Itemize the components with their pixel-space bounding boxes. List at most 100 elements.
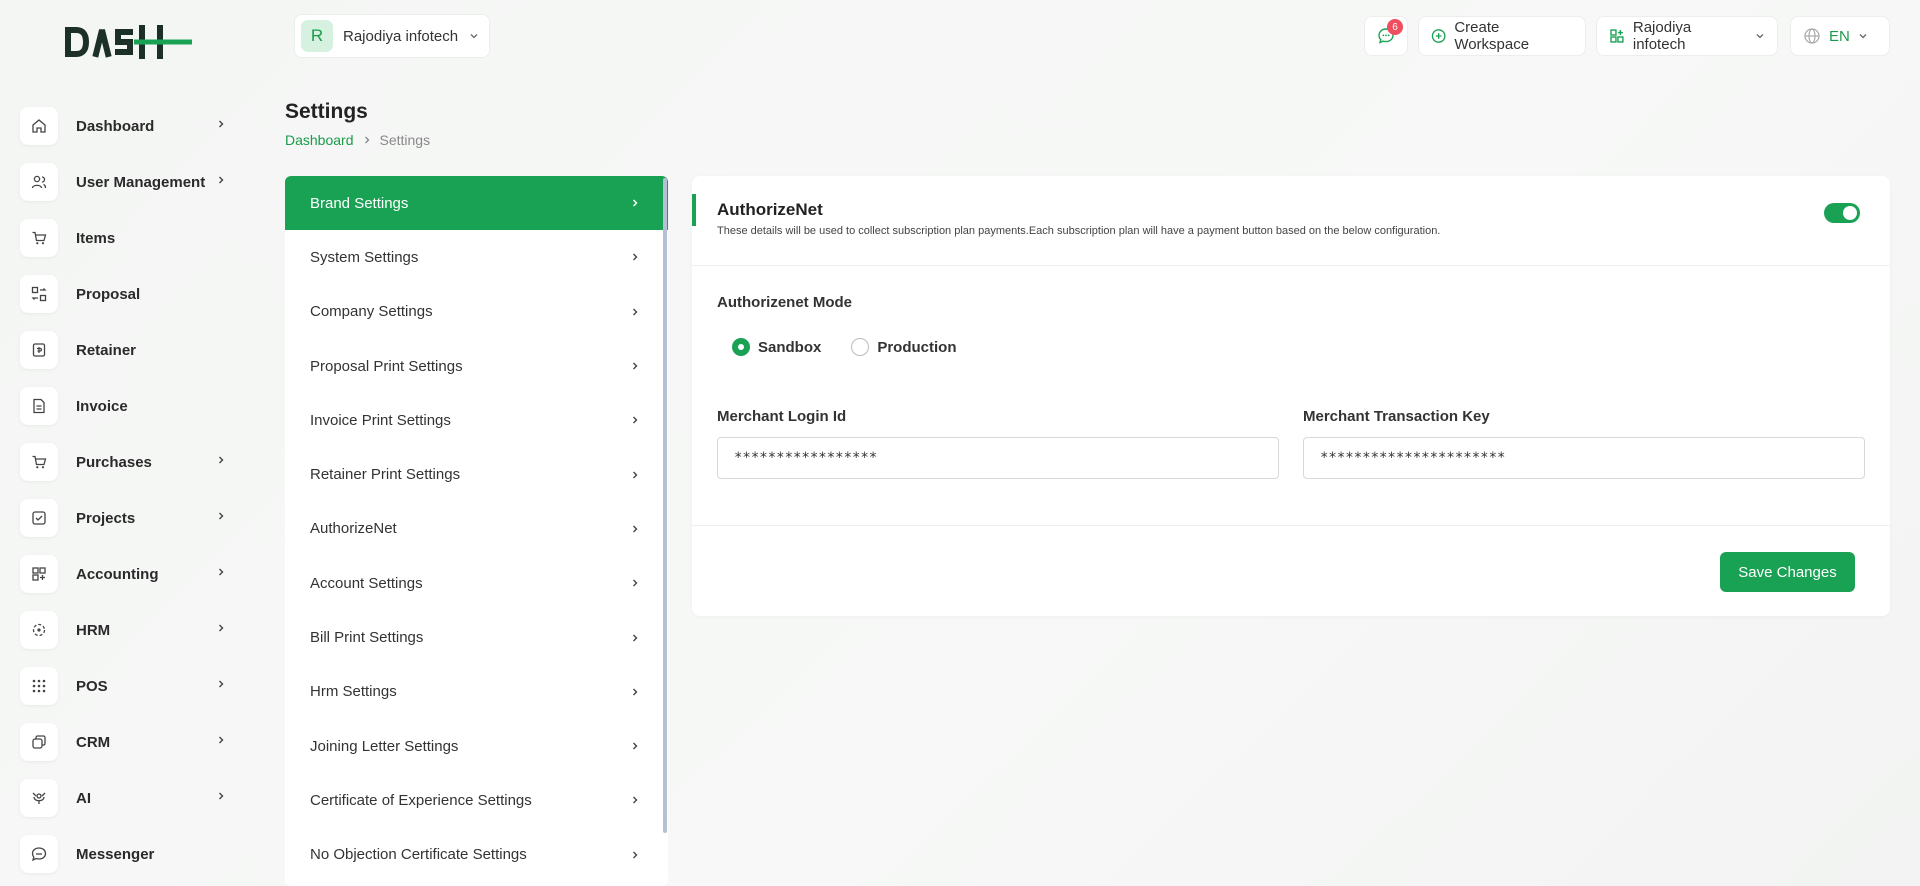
home-icon bbox=[20, 107, 58, 145]
settings-menu-item-proposal-print-settings[interactable]: Proposal Print Settings bbox=[285, 339, 668, 393]
chevron-down-icon bbox=[1859, 34, 1867, 39]
users-icon bbox=[20, 163, 58, 201]
settings-menu-label: Account Settings bbox=[310, 574, 423, 592]
settings-menu-label: Retainer Print Settings bbox=[310, 466, 461, 484]
sidebar-item-invoice[interactable]: Invoice bbox=[20, 378, 240, 434]
user-menu-button[interactable]: Rajodiya infotech bbox=[1596, 16, 1778, 56]
create-workspace-label: Create Workspace bbox=[1454, 19, 1530, 53]
chevron-right-icon bbox=[219, 736, 224, 744]
chevron-down-icon bbox=[1756, 34, 1764, 39]
settings-menu-item-invoice-print-settings[interactable]: Invoice Print Settings bbox=[285, 393, 668, 447]
settings-menu-item-bill-print-settings[interactable]: Bill Print Settings bbox=[285, 610, 668, 664]
card-accent-bar bbox=[692, 194, 696, 226]
chevron-right-icon bbox=[219, 792, 224, 800]
settings-menu-label: Certificate of Experience Settings bbox=[310, 791, 532, 809]
chevron-right-icon bbox=[633, 634, 638, 642]
settings-menu-item-company-settings[interactable]: Company Settings bbox=[285, 285, 668, 339]
accounting-icon bbox=[20, 555, 58, 593]
sidebar-item-messenger[interactable]: Messenger bbox=[20, 826, 240, 882]
merchant-key-label: Merchant Transaction Key bbox=[1303, 408, 1490, 425]
settings-menu-label: Invoice Print Settings bbox=[310, 411, 451, 429]
settings-menu-label: Joining Letter Settings bbox=[310, 737, 459, 755]
sidebar-item-ai[interactable]: AI bbox=[20, 770, 240, 826]
sidebar: Dashboard User Management Items Proposal… bbox=[20, 98, 240, 882]
chevron-right-icon bbox=[633, 525, 638, 533]
sidebar-item-hrm[interactable]: HRM bbox=[20, 602, 240, 658]
mode-radio-production[interactable]: Production bbox=[851, 338, 957, 356]
settings-menu-label: Company Settings bbox=[310, 303, 433, 321]
authorizenet-enable-toggle[interactable] bbox=[1824, 203, 1860, 223]
merchant-login-label: Merchant Login Id bbox=[717, 408, 847, 425]
settings-menu-item-joining-letter-settings[interactable]: Joining Letter Settings bbox=[285, 719, 668, 773]
settings-menu-item-retainer-print-settings[interactable]: Retainer Print Settings bbox=[285, 447, 668, 501]
settings-menu-label: Brand Settings bbox=[310, 194, 409, 212]
create-workspace-button[interactable]: Create Workspace bbox=[1418, 16, 1586, 56]
settings-menu-scrollbar[interactable] bbox=[663, 178, 667, 833]
workspace-switcher[interactable]: R Rajodiya infotech bbox=[294, 14, 490, 58]
card-title: AuthorizeNet bbox=[717, 200, 823, 219]
settings-menu-label: System Settings bbox=[310, 248, 419, 266]
messages-badge: 6 bbox=[1387, 19, 1403, 35]
pos-icon bbox=[20, 667, 58, 705]
card-footer-divider bbox=[692, 525, 1890, 526]
sidebar-item-pos[interactable]: POS bbox=[20, 658, 240, 714]
sidebar-item-items[interactable]: Items bbox=[20, 210, 240, 266]
authorizenet-mode-label: Authorizenet Mode bbox=[717, 294, 852, 311]
chevron-right-icon bbox=[633, 742, 638, 750]
sidebar-item-label: Retainer bbox=[76, 341, 137, 359]
retainer-icon bbox=[20, 331, 58, 369]
settings-menu-label: Bill Print Settings bbox=[310, 629, 424, 647]
radio-unselected-icon bbox=[851, 338, 870, 356]
sidebar-item-label: Items bbox=[76, 229, 116, 247]
settings-menu: Brand Settings System Settings Company S… bbox=[285, 176, 668, 886]
sidebar-item-label: Proposal bbox=[76, 285, 141, 303]
authorizenet-card: AuthorizeNet These details will be used … bbox=[692, 176, 1890, 616]
breadcrumb-home-link[interactable]: Dashboard bbox=[285, 132, 354, 148]
language-selector[interactable]: EN bbox=[1790, 16, 1890, 56]
save-changes-button[interactable]: Save Changes bbox=[1720, 552, 1855, 592]
chevron-right-icon bbox=[633, 796, 638, 804]
messenger-icon bbox=[20, 835, 58, 873]
merchant-key-input[interactable] bbox=[1303, 437, 1865, 479]
page-title: Settings bbox=[285, 100, 368, 123]
apps-icon bbox=[1610, 29, 1624, 43]
settings-menu-item-no-objection-certificate-settings[interactable]: No Objection Certificate Settings bbox=[285, 828, 668, 882]
sidebar-item-projects[interactable]: Projects bbox=[20, 490, 240, 546]
settings-menu-item-account-settings[interactable]: Account Settings bbox=[285, 556, 668, 610]
language-code: EN bbox=[1829, 27, 1850, 45]
breadcrumb: Dashboard Settings bbox=[285, 132, 430, 148]
merchant-login-input[interactable] bbox=[717, 437, 1279, 479]
chevron-right-icon bbox=[219, 568, 224, 576]
sidebar-item-crm[interactable]: CRM bbox=[20, 714, 240, 770]
card-header: AuthorizeNet These details will be used … bbox=[692, 176, 1890, 266]
plus-circle-icon bbox=[1431, 29, 1446, 43]
hrm-icon bbox=[20, 611, 58, 649]
chevron-right-icon bbox=[633, 688, 638, 696]
chevron-right-icon bbox=[633, 471, 638, 479]
dash-logo bbox=[65, 25, 192, 59]
proposal-icon bbox=[20, 275, 58, 313]
settings-menu-item-certificate-of-experience-settings[interactable]: Certificate of Experience Settings bbox=[285, 773, 668, 827]
chevron-down-icon bbox=[470, 34, 478, 39]
mode-radio-sandbox[interactable]: Sandbox bbox=[732, 338, 821, 356]
settings-menu-item-brand-settings[interactable]: Brand Settings bbox=[285, 176, 668, 231]
chevron-right-icon bbox=[364, 136, 369, 144]
messages-button[interactable]: 6 bbox=[1364, 16, 1408, 56]
purchases-icon bbox=[20, 443, 58, 481]
chevron-right-icon bbox=[633, 579, 638, 587]
cart-icon bbox=[20, 219, 58, 257]
sidebar-item-purchases[interactable]: Purchases bbox=[20, 434, 240, 490]
breadcrumb-current: Settings bbox=[379, 132, 431, 148]
settings-menu-item-authorizenet[interactable]: AuthorizeNet bbox=[285, 502, 668, 556]
sidebar-item-retainer[interactable]: Retainer bbox=[20, 322, 240, 378]
settings-menu-item-system-settings[interactable]: System Settings bbox=[285, 230, 668, 284]
sidebar-item-user-management[interactable]: User Management bbox=[20, 154, 240, 210]
crm-icon bbox=[20, 723, 58, 761]
sidebar-item-dashboard[interactable]: Dashboard bbox=[20, 98, 240, 154]
chevron-right-icon bbox=[633, 362, 638, 370]
sidebar-item-accounting[interactable]: Accounting bbox=[20, 546, 240, 602]
projects-icon bbox=[20, 499, 58, 537]
settings-menu-item-hrm-settings[interactable]: Hrm Settings bbox=[285, 665, 668, 719]
settings-menu-label: Hrm Settings bbox=[310, 683, 397, 701]
sidebar-item-proposal[interactable]: Proposal bbox=[20, 266, 240, 322]
